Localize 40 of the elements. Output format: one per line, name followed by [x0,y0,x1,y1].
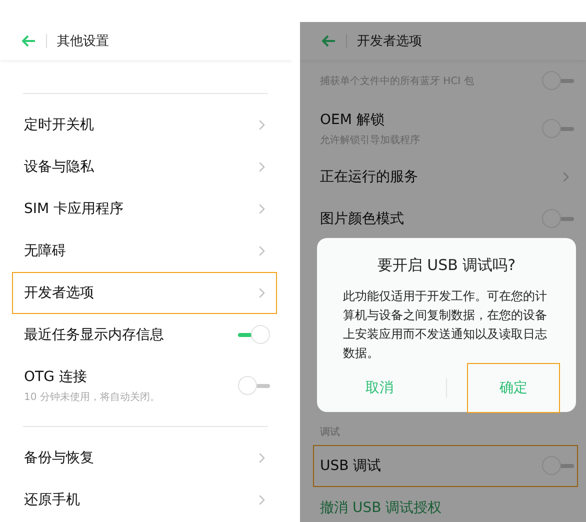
settings-row[interactable]: USB 调试 [313,445,578,487]
row-title: 定时开关机 [24,116,94,134]
settings-row[interactable]: 正在运行的服务 [300,156,586,198]
settings-row[interactable]: 图片颜色模式 [300,198,586,240]
settings-row[interactable]: 开发者选项 [12,272,277,314]
back-arrow-icon[interactable] [322,35,336,47]
settings-row[interactable]: 最近任务显示内存信息 [0,314,292,356]
row-title: 设备与隐私 [24,158,94,176]
dialog-message: 此功能仅适用于开发工作。可在您的计算机与设备之间复制数据，在您的设备上安装应用而不发送通知以及读取日志数据。 [342,288,548,362]
settings-row[interactable]: 还原手机 [0,479,292,521]
toggle-switch[interactable] [238,376,270,396]
screen-title: 其他设置 [57,33,109,50]
settings-row[interactable]: 备份与恢复 [0,437,292,479]
toggle-switch[interactable] [238,325,270,345]
row-title: 开发者选项 [24,284,94,302]
settings-row[interactable]: SIM 卡应用程序 [0,188,292,230]
row-title: OTG 连接 [24,368,88,386]
row-title: 最近任务显示内存信息 [24,326,164,344]
row-title: 备份与恢复 [24,449,94,467]
toggle-switch[interactable] [542,118,574,138]
dialog-title: 要开启 USB 调试吗? [377,256,516,275]
toggle-switch[interactable] [542,209,574,229]
settings-row[interactable]: 定时开关机 [0,104,292,146]
section-header: 调试 [320,426,340,439]
settings-row[interactable]: 设备与隐私 [0,146,292,188]
row-title: 撤消 USB 调试授权 [320,499,442,517]
row-title: SIM 卡应用程序 [24,200,124,218]
screen-title: 开发者选项 [357,33,422,50]
row-title: 无障碍 [24,242,66,260]
toggle-switch[interactable] [542,456,574,476]
row-title: 图片颜色模式 [320,210,404,228]
settings-row[interactable]: OTG 连接 10 分钟未使用，将自动关闭。 [0,356,292,416]
row-subtitle: 10 分钟未使用，将自动关闭。 [24,390,160,404]
toggle-switch[interactable] [542,70,574,90]
row-title: 正在运行的服务 [320,168,418,186]
row-title: USB 调试 [320,457,382,475]
row-title: OEM 解锁 [320,110,386,128]
settings-row[interactable]: 无障碍 [0,230,292,272]
back-arrow-icon[interactable] [22,35,36,47]
row-title: 还原手机 [24,491,80,509]
